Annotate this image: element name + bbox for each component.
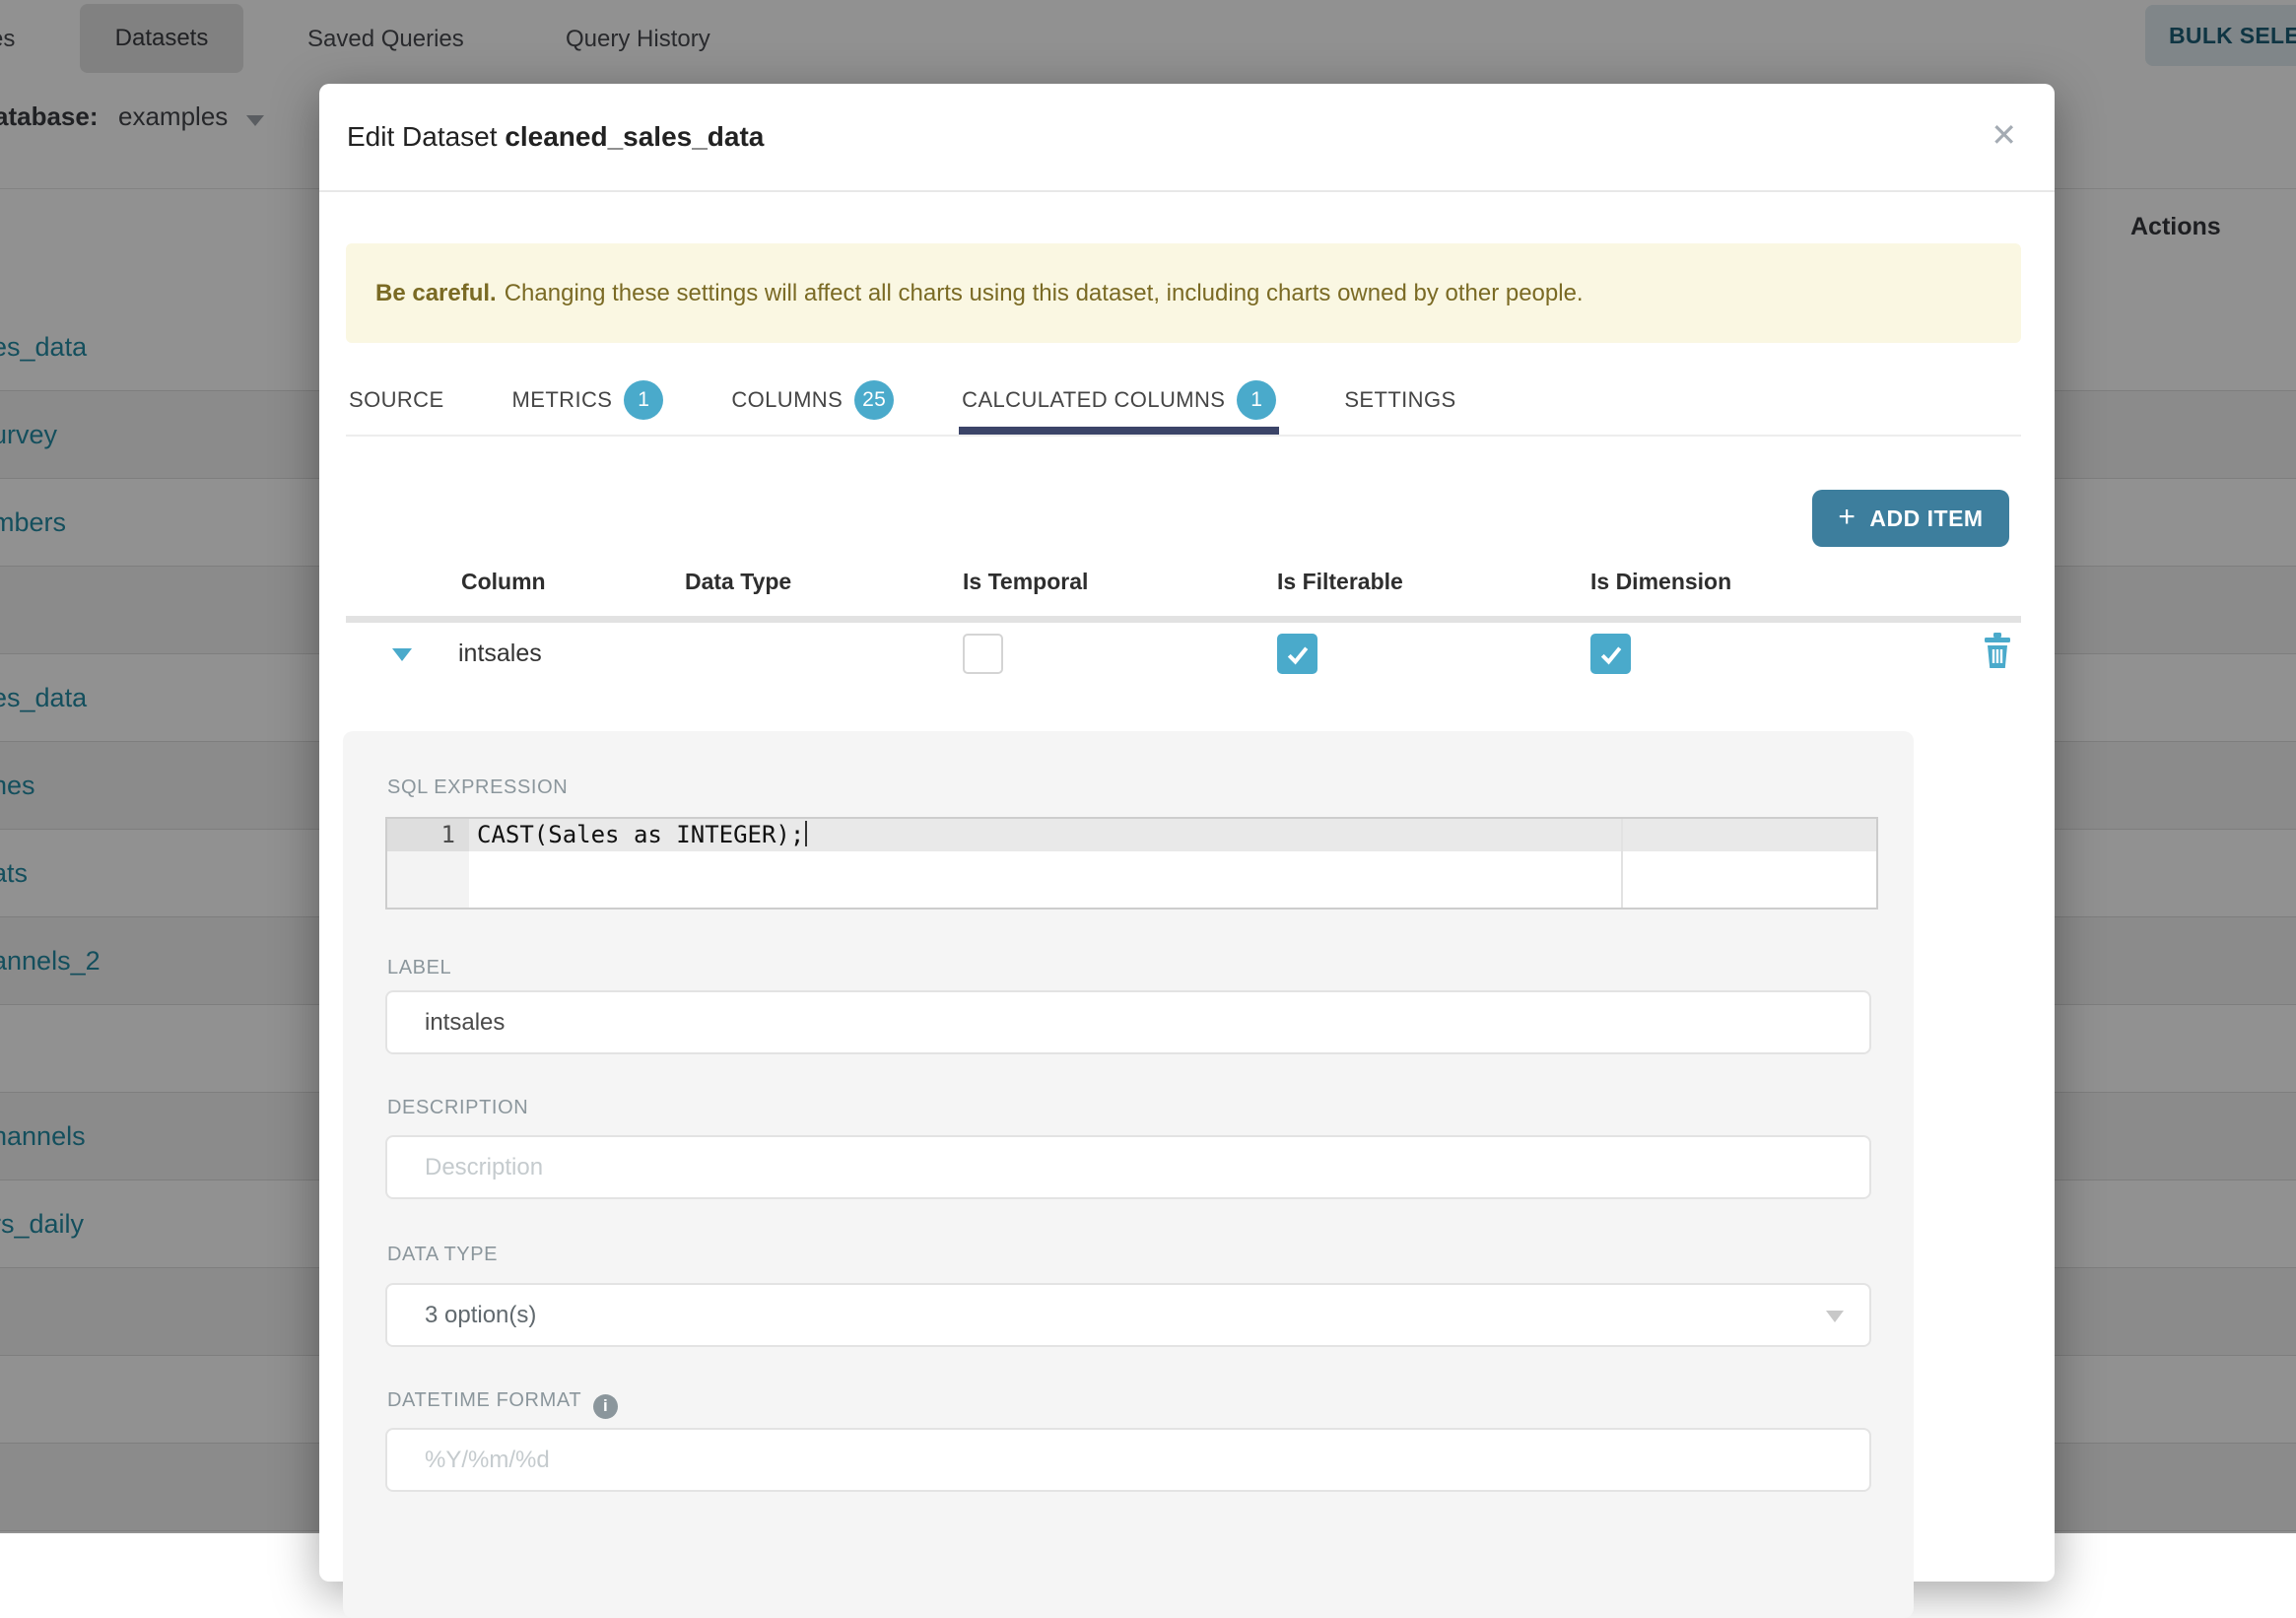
print-margin-line	[1621, 819, 1623, 908]
metrics-count-badge: 1	[624, 380, 663, 420]
modal-title: Edit Dataset cleaned_sales_data	[347, 121, 764, 153]
tab-source[interactable]: SOURCE	[346, 365, 447, 435]
data-type-field-label: DATA TYPE	[387, 1244, 498, 1266]
tab-settings[interactable]: SETTINGS	[1341, 365, 1458, 435]
tab-label: COLUMNS	[731, 387, 843, 413]
column-header: Column	[461, 569, 546, 595]
text-cursor	[805, 821, 807, 846]
warning-banner-text: Changing these settings will affect all …	[505, 280, 1584, 307]
datetime-format-input[interactable]	[385, 1428, 1871, 1492]
modal-tab-bar: SOURCE METRICS 1 COLUMNS 25 CALCULATED C…	[346, 365, 2021, 437]
modal-title-prefix: Edit Dataset	[347, 121, 498, 152]
modal-header: Edit Dataset cleaned_sales_data ✕	[319, 84, 2055, 192]
tab-label: SETTINGS	[1344, 387, 1455, 413]
description-input[interactable]	[385, 1135, 1871, 1199]
datetime-format-field-label: DATETIME FORMATi	[387, 1389, 618, 1419]
collapse-caret-icon[interactable]	[392, 648, 412, 661]
label-input[interactable]	[385, 990, 1871, 1054]
label-field-label: LABEL	[387, 957, 451, 979]
close-icon[interactable]: ✕	[1991, 119, 2017, 151]
tab-metrics[interactable]: METRICS 1	[509, 365, 667, 435]
sql-code-line: CAST(Sales as INTEGER);	[477, 819, 807, 851]
tab-calculated-columns[interactable]: CALCULATED COLUMNS 1	[959, 365, 1279, 435]
sql-expression-label: SQL EXPRESSION	[387, 776, 568, 799]
column-header: Is Temporal	[963, 569, 1088, 595]
data-type-value: 3 option(s)	[425, 1302, 536, 1329]
sql-expression-editor[interactable]: 1 CAST(Sales as INTEGER);	[385, 817, 1878, 910]
tab-label: SOURCE	[349, 387, 444, 413]
warning-banner: Be careful. Changing these settings will…	[346, 243, 2021, 343]
warning-banner-bold: Be careful.	[375, 280, 497, 307]
check-icon	[1283, 640, 1313, 669]
is-dimension-checkbox[interactable]	[1590, 634, 1631, 674]
column-header: Is Dimension	[1590, 569, 1731, 595]
tab-label: CALCULATED COLUMNS	[962, 387, 1225, 413]
add-item-label: ADD ITEM	[1869, 506, 1983, 532]
data-type-select[interactable]: 3 option(s)	[385, 1283, 1871, 1347]
is-filterable-checkbox[interactable]	[1277, 634, 1317, 674]
columns-count-badge: 25	[854, 380, 894, 420]
expanded-column-panel: SQL EXPRESSION 1 CAST(Sales as INTEGER);…	[343, 731, 1914, 1618]
check-icon	[1596, 640, 1626, 669]
is-temporal-checkbox[interactable]	[963, 634, 1003, 674]
delete-trash-icon[interactable]	[1983, 633, 2012, 674]
edit-dataset-modal: Edit Dataset cleaned_sales_data ✕ Be car…	[319, 84, 2055, 1582]
column-name: intsales	[458, 640, 542, 668]
column-header: Is Filterable	[1277, 569, 1403, 595]
description-field-label: DESCRIPTION	[387, 1097, 528, 1119]
modal-title-dataset-name: cleaned_sales_data	[505, 121, 764, 152]
column-header: Data Type	[685, 569, 791, 595]
header-divider	[346, 616, 2021, 623]
tab-label: METRICS	[512, 387, 613, 413]
add-item-button[interactable]: + ADD ITEM	[1812, 490, 2009, 547]
plus-icon: +	[1838, 501, 1856, 534]
chevron-down-icon	[1826, 1311, 1844, 1322]
calculated-columns-count-badge: 1	[1237, 380, 1276, 420]
info-icon[interactable]: i	[593, 1394, 618, 1419]
tab-columns[interactable]: COLUMNS 25	[728, 365, 897, 435]
